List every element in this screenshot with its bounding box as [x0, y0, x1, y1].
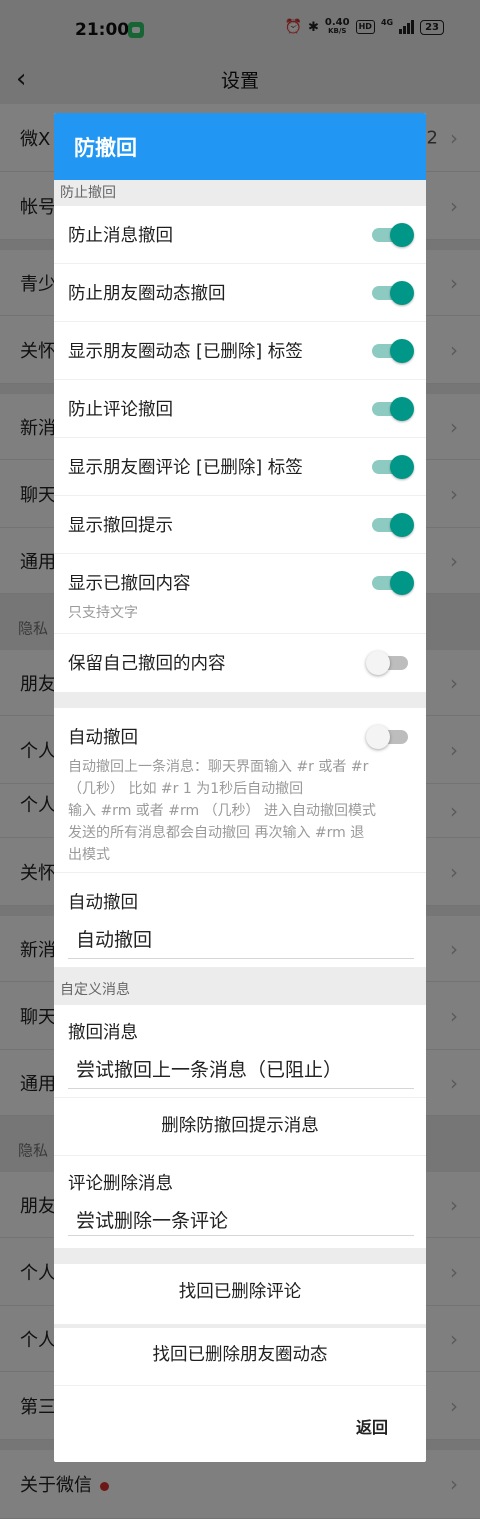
section-divider: [54, 692, 426, 708]
toggle-show-recall-tip[interactable]: [372, 513, 414, 537]
toggle-prevent-moments-recall[interactable]: [372, 281, 414, 305]
toggle-auto-recall[interactable]: [366, 725, 408, 749]
delete-recall-tip-button[interactable]: 删除防撤回提示消息: [54, 1098, 426, 1156]
auto-recall-input[interactable]: 自动撤回: [68, 925, 414, 959]
anti-recall-dialog: 防撤回 防止撤回 防止消息撤回 防止朋友圈动态撤回 显示朋友圈动态 [已删除] …: [54, 113, 426, 1462]
section-divider: [54, 1248, 426, 1264]
dialog-title: 防撤回: [54, 113, 426, 180]
recall-message-row: 撤回消息 尝试撤回上一条消息（已阻止）: [54, 1005, 426, 1098]
toggle-row-keep-own-recalled[interactable]: 保留自己撤回的内容: [54, 634, 426, 692]
auto-recall-description: 自动撤回上一条消息：聊天界面输入 #r 或者 #r （几秒） 比如 #r 1 为…: [68, 759, 377, 863]
recall-message-input[interactable]: 尝试撤回上一条消息（已阻止）: [68, 1055, 414, 1089]
toggle-row-show-recalled-content[interactable]: 显示已撤回内容 只支持文字: [54, 554, 426, 634]
comment-delete-row: 评论删除消息 尝试删除一条评论: [54, 1156, 426, 1248]
auto-recall-field-row: 自动撤回 自动撤回: [54, 873, 426, 967]
recover-deleted-comments-button[interactable]: 找回已删除评论: [54, 1264, 426, 1324]
toggle-prevent-comment-recall[interactable]: [372, 397, 414, 421]
toggle-row-show-comment-deleted-tag[interactable]: 显示朋友圈评论 [已删除] 标签: [54, 438, 426, 496]
toggle-keep-own-recalled[interactable]: [366, 651, 408, 675]
section-prevent-recall: 防止撤回: [54, 180, 426, 206]
recover-deleted-moments-button[interactable]: 找回已删除朋友圈动态: [54, 1328, 426, 1386]
toggle-row-auto-recall[interactable]: 自动撤回 自动撤回上一条消息：聊天界面输入 #r 或者 #r （几秒） 比如 #…: [54, 708, 426, 873]
dialog-footer: 返回: [54, 1386, 426, 1462]
toggle-row-prevent-message-recall[interactable]: 防止消息撤回: [54, 206, 426, 264]
toggle-prevent-message-recall[interactable]: [372, 223, 414, 247]
toggle-show-moments-deleted-tag[interactable]: [372, 339, 414, 363]
toggle-subtitle: 只支持文字: [68, 605, 138, 621]
toggle-row-show-recall-tip[interactable]: 显示撤回提示: [54, 496, 426, 554]
toggle-row-show-moments-deleted-tag[interactable]: 显示朋友圈动态 [已删除] 标签: [54, 322, 426, 380]
toggle-row-prevent-moments-recall[interactable]: 防止朋友圈动态撤回: [54, 264, 426, 322]
toggle-show-comment-deleted-tag[interactable]: [372, 455, 414, 479]
section-custom-message: 自定义消息: [54, 967, 426, 1005]
back-button[interactable]: 返回: [356, 1414, 388, 1438]
comment-delete-input[interactable]: 尝试删除一条评论: [68, 1206, 414, 1236]
toggle-show-recalled-content[interactable]: [372, 571, 414, 595]
toggle-row-prevent-comment-recall[interactable]: 防止评论撤回: [54, 380, 426, 438]
